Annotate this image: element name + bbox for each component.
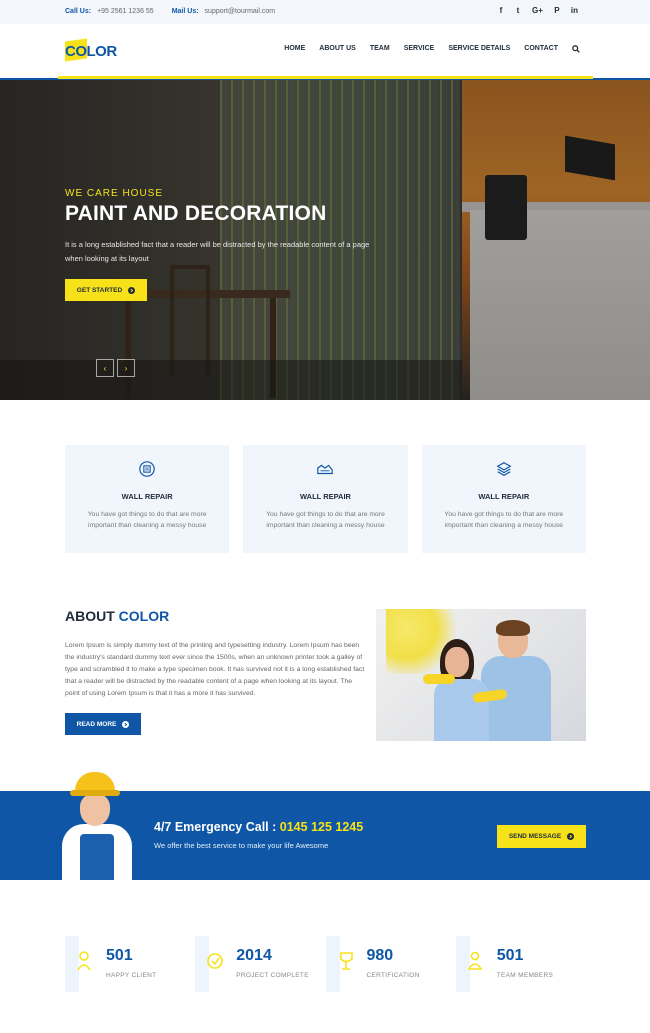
stat-value: 980 [366,947,394,964]
slider-prev-icon[interactable]: ‹ [96,359,114,377]
happy-client-icon [77,950,95,978]
header-accent-line [58,76,593,79]
hero-slider: WE CARE HOUSE PAINT AND DECORATION It is… [0,80,650,400]
project-icon [207,950,225,978]
main-nav: HOME ABOUT US TEAM SERVICE SERVICE DETAI… [284,45,580,55]
about-text: Lorem Ipsum is simply dummy text of the … [65,642,365,697]
nav-service[interactable]: SERVICE [404,45,435,55]
worker-image [58,772,138,880]
feature-text: You have got things to do that are more … [87,511,207,529]
logo-text: COLOR [65,43,117,60]
stat-label: CERTIFICATION [366,972,420,979]
feature-text: You have got things to do that are more … [266,511,385,529]
stats-section: 501 HAPPY CLIENT 2014 PROJECT COMPLETE 9… [65,936,586,992]
get-started-label: GET STARTED [76,286,123,294]
stat-label: TEAM MEMBERS [496,972,554,979]
emergency-title: 4/7 Emergency Call : 0145 125 1245 [154,820,363,834]
arrow-right-icon [567,833,575,840]
about-title: ABOUT COLOR [65,608,169,624]
stat-item: 501 TEAM MEMBERS [455,936,586,992]
site-logo[interactable]: COLOR [65,37,117,63]
arrow-right-icon [128,286,136,294]
about-image [376,609,586,741]
nav-service-details[interactable]: SERVICE DETAILS [448,45,510,55]
mail-value[interactable]: support@tourmail.com [205,8,276,15]
site-header: COLOR HOME ABOUT US TEAM SERVICE SERVICE… [0,24,650,78]
top-bar: Call Us: +95 2561 1236 55 Mail Us: suppo… [0,0,650,24]
stat-item: 2014 PROJECT COMPLETE [195,936,325,992]
emergency-title-prefix: 4/7 Emergency Call : [154,820,277,834]
nav-home[interactable]: HOME [284,45,305,55]
feature-text: You have got things to do that are more … [444,511,564,529]
feature-title: WALL REPAIR [121,492,173,501]
hero-subtitle: WE CARE HOUSE [65,188,164,199]
stat-label: PROJECT COMPLETE [236,972,309,979]
hero-title: PAINT AND DECORATION [65,202,327,225]
search-icon[interactable] [572,45,580,55]
slider-next-icon[interactable]: › [117,359,135,377]
feature-card[interactable]: WALL REPAIR You have got things to do th… [243,445,408,553]
send-message-button[interactable]: SEND MESSAGE [497,825,586,848]
call-label: Call Us: [65,8,92,15]
slider-arrows: ‹ › [96,359,135,377]
about-title-accent: COLOR [118,608,170,624]
emergency-subtitle: We offer the best service to make your l… [154,841,329,850]
stat-label: HAPPY CLIENT [106,972,157,979]
wall-repair-icon [494,460,514,480]
wall-repair-icon [315,460,335,480]
nav-contact[interactable]: CONTACT [524,45,558,55]
stat-value: 501 [496,947,524,964]
stat-value: 501 [106,947,133,964]
team-icon [467,950,486,978]
nav-about-us[interactable]: ABOUT US [319,45,356,55]
arrow-right-icon [122,720,130,728]
feature-title: WALL REPAIR [300,492,351,501]
top-contact: Call Us: +95 2561 1236 55 Mail Us: suppo… [65,8,275,15]
feature-card[interactable]: WALL REPAIR You have got things to do th… [421,445,586,553]
social-links: f t G+ P in [498,6,578,15]
stat-value: 2014 [236,947,272,964]
mail-label: Mail Us: [171,8,199,15]
read-more-button[interactable]: READ MORE [65,713,141,735]
read-more-label: READ MORE [76,720,117,728]
facebook-icon[interactable]: f [498,6,504,15]
hero-description: It is a long established fact that a rea… [65,240,370,263]
about-title-prefix: ABOUT [65,608,115,624]
get-started-button[interactable]: GET STARTED [65,279,147,301]
twitter-icon[interactable]: t [515,6,521,15]
google-plus-icon[interactable]: G+ [532,6,543,15]
certification-icon [338,950,356,978]
wall-repair-icon [137,460,157,480]
feature-card[interactable]: WALL REPAIR You have got things to do th… [65,445,230,553]
features-section: WALL REPAIR You have got things to do th… [65,445,586,553]
pinterest-icon[interactable]: P [554,6,560,15]
linkedin-icon[interactable]: in [571,6,578,15]
nav-team[interactable]: TEAM [370,45,390,55]
send-message-label: SEND MESSAGE [508,833,562,840]
stat-item: 501 HAPPY CLIENT [65,936,195,992]
emergency-phone[interactable]: 0145 125 1245 [280,820,363,834]
feature-title: WALL REPAIR [478,492,530,501]
call-value[interactable]: +95 2561 1236 55 [97,8,154,15]
stat-item: 980 CERTIFICATION [325,936,456,992]
